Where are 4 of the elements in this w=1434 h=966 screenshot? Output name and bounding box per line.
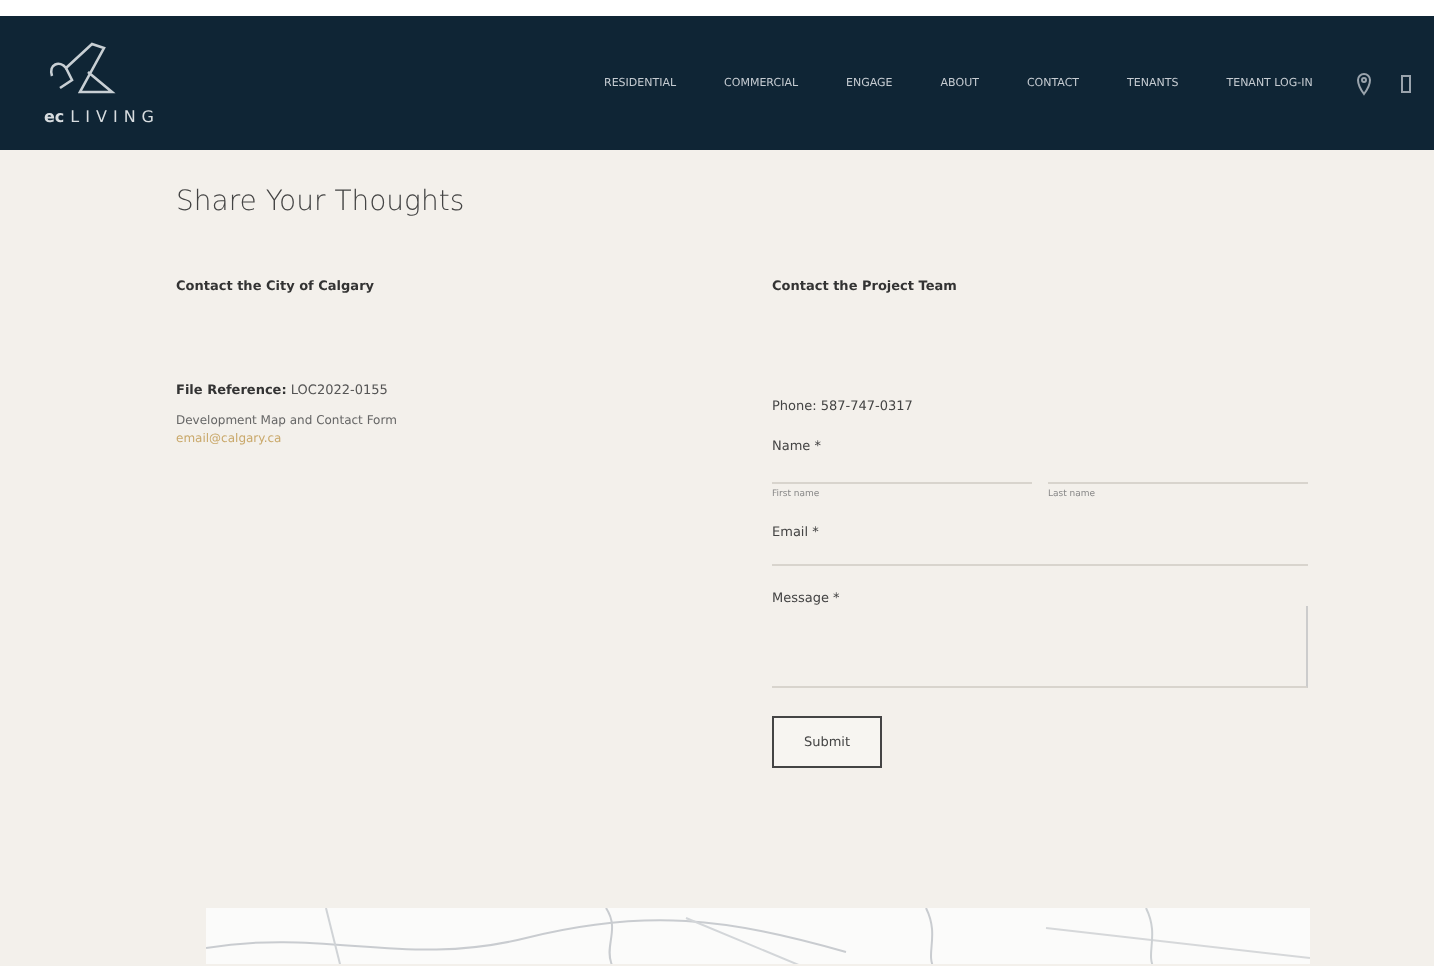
page-title: Share Your Thoughts [176,186,467,218]
message-field[interactable] [772,606,1308,688]
location-pin-icon[interactable] [1356,71,1373,95]
brand-name[interactable]: ec LIVING [44,108,161,126]
